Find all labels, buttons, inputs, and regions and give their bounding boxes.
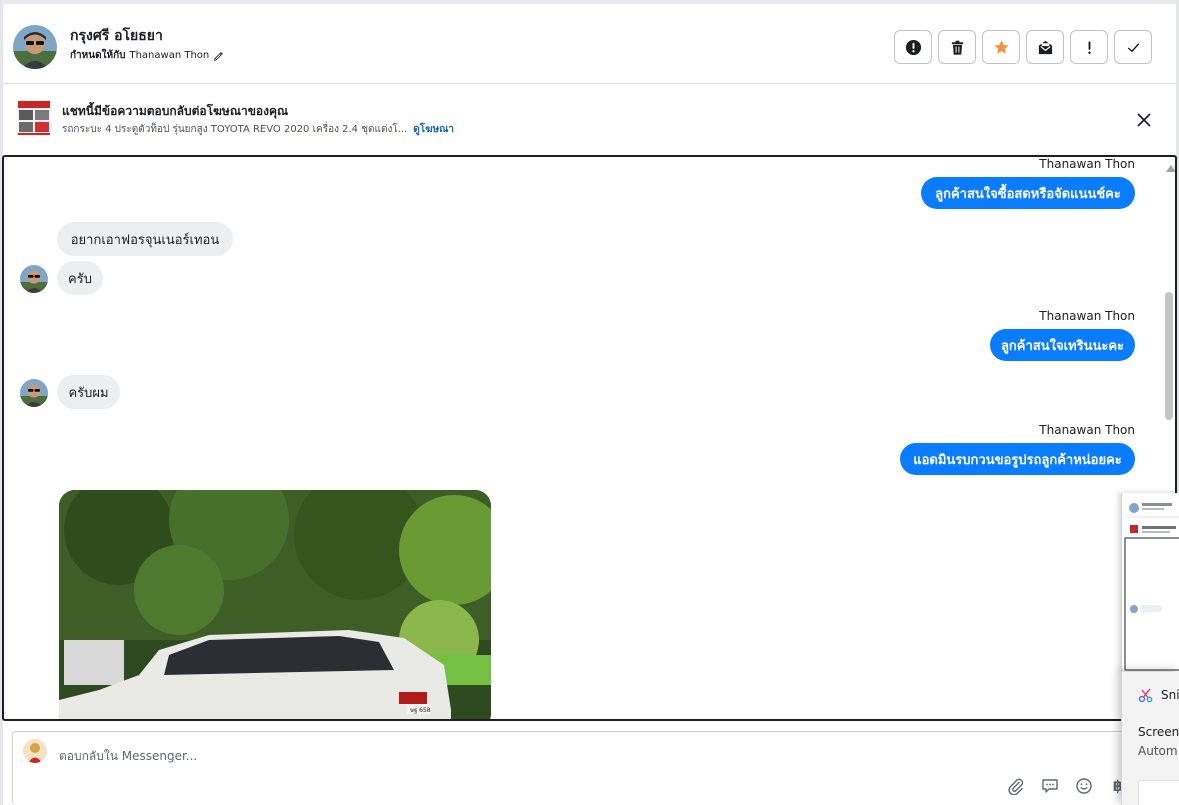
follow-up-button[interactable] <box>1070 30 1108 64</box>
alert-circle-icon <box>905 39 921 55</box>
scrollbar-thumb[interactable] <box>1165 292 1173 420</box>
outgoing-message-bubble[interactable]: แอดมินรบกวนขอรูปรถลูกค้าหน่อยคะ <box>900 443 1135 475</box>
view-ad-link[interactable]: ดูโฆษณา <box>413 122 454 137</box>
ad-banner-description-row: รถกระบะ 4 ประตูตัวท็อป รุ่นยกสูง TOYOTA … <box>62 122 454 137</box>
message-composer: ฿ <box>12 731 1132 805</box>
assignment-row[interactable]: กำหนดให้กับ Thanawan Thon <box>70 48 224 63</box>
conversation-header: กรุงศรี อโยธยา กำหนดให้กับ Thanawan Thon <box>3 0 1176 84</box>
emoji-button[interactable] <box>1074 776 1094 796</box>
outgoing-message-bubble[interactable]: ลูกค้าสนใจเทรินนะคะ <box>990 329 1135 361</box>
trash-icon <box>951 40 963 55</box>
star-icon <box>993 39 1009 54</box>
close-icon[interactable] <box>1135 111 1153 129</box>
message-thread[interactable]: Thanawan Thon ลูกค้าสนใจซื้อสดหรือจัดแนน… <box>2 155 1177 721</box>
message-sender-label: Thanawan Thon <box>1039 157 1135 171</box>
contact-avatar-small <box>20 265 48 293</box>
outgoing-message-bubble[interactable]: ลูกค้าสนใจซื้อสดหรือจัดแนนช์คะ <box>921 177 1135 209</box>
pencil-icon[interactable] <box>213 51 224 61</box>
star-button[interactable] <box>982 30 1020 64</box>
attach-button[interactable] <box>1006 776 1026 796</box>
report-spam-button[interactable] <box>894 30 932 64</box>
snip-action-area[interactable] <box>1138 780 1179 805</box>
assignee-name: Thanawan Thon <box>129 50 210 61</box>
composer-toolbar: ฿ <box>1006 776 1132 796</box>
exclamation-icon <box>1087 40 1091 54</box>
license-plate-text: ษฐ 658 <box>410 707 431 714</box>
envelope-icon <box>1038 40 1052 54</box>
snip-app-name: Snip <box>1161 688 1179 702</box>
page-avatar <box>23 739 47 763</box>
contact-name[interactable]: กรุงศรี อโยธยา <box>70 25 163 47</box>
car-photo-attachment[interactable]: ษฐ 658 <box>59 490 491 719</box>
emoji-icon <box>1076 778 1092 794</box>
ad-reply-banner: แชทนี้มีข้อความตอบกลับต่อโฆษณาของคุณ รถก… <box>3 85 1176 155</box>
messenger-inbox-window: กรุงศรี อโยธยา กำหนดให้กับ Thanawan Thon <box>0 0 1179 805</box>
snip-message-line-1: Screen <box>1138 725 1179 739</box>
paperclip-icon <box>1008 778 1024 795</box>
ad-description: รถกระบะ 4 ประตูตัวท็อป รุ่นยกสูง TOYOTA … <box>62 124 408 135</box>
contact-avatar-small <box>20 379 48 407</box>
incoming-message-bubble[interactable]: ครับผม <box>57 375 120 409</box>
speech-bubble-icon <box>1042 779 1058 793</box>
mark-done-button[interactable] <box>1114 30 1152 64</box>
incoming-message-bubble[interactable]: อยากเอาฟอรจุนเนอร์เทอน <box>57 222 233 256</box>
mark-unread-button[interactable] <box>1026 30 1064 64</box>
conversation-toolbar <box>894 30 1152 64</box>
snip-preview-thumbnail[interactable] <box>1121 493 1179 673</box>
incoming-message-bubble[interactable]: ครับ <box>57 261 103 295</box>
scissors-icon <box>1138 688 1153 703</box>
scroll-up-arrow-icon[interactable] <box>1166 165 1175 172</box>
delete-button[interactable] <box>938 30 976 64</box>
ad-banner-title: แชทนี้มีข้อความตอบกลับต่อโฆษณาของคุณ <box>62 104 289 118</box>
reply-input[interactable] <box>59 745 959 767</box>
message-sender-label: Thanawan Thon <box>1039 309 1135 323</box>
message-sender-label: Thanawan Thon <box>1039 423 1135 437</box>
snip-message-line-2: Autom <box>1138 744 1178 758</box>
assign-label: กำหนดให้กับ <box>70 50 126 61</box>
checkmark-icon <box>1127 42 1139 52</box>
contact-avatar[interactable] <box>13 25 57 69</box>
saved-replies-button[interactable] <box>1040 776 1060 796</box>
ad-thumbnail[interactable] <box>17 100 51 136</box>
snip-notification[interactable]: Snip Screen Autom <box>1121 672 1179 805</box>
